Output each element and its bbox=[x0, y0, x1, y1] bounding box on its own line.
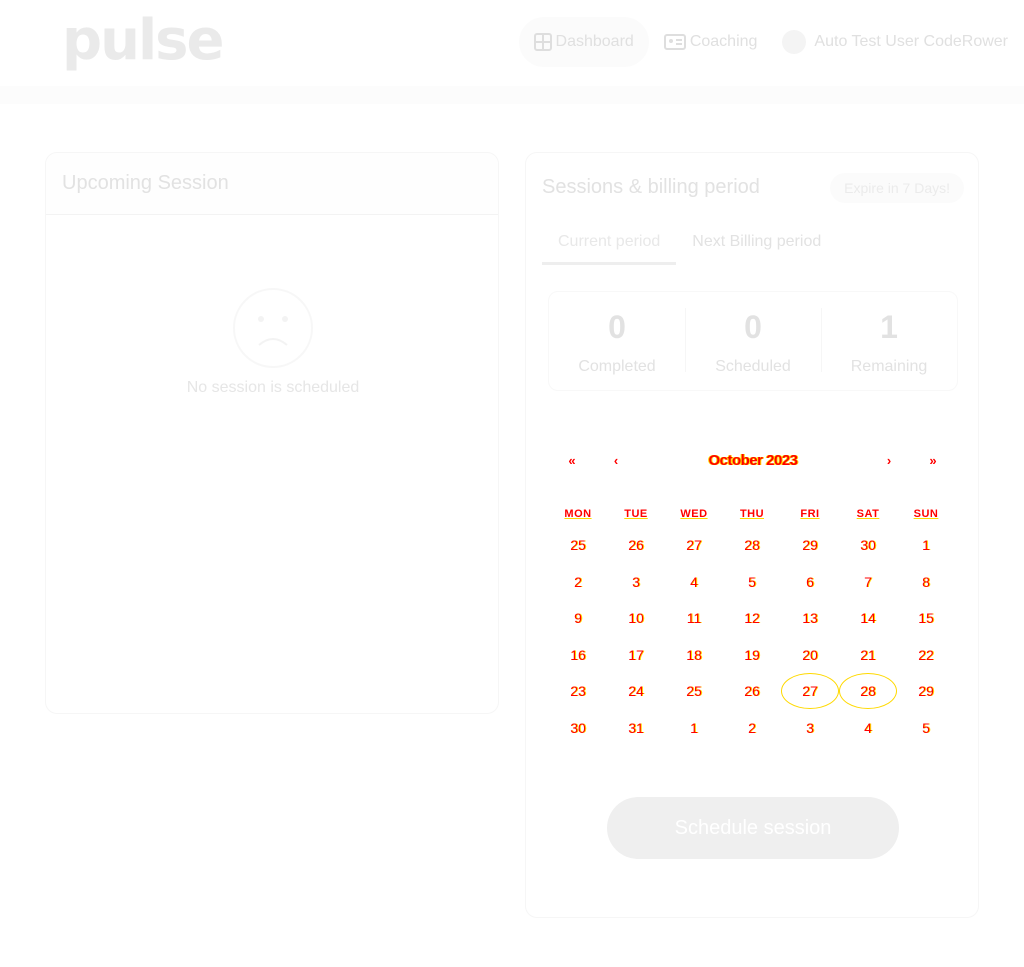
stat-label: Scheduled bbox=[715, 358, 791, 375]
prev-month-button[interactable]: ‹ bbox=[605, 450, 627, 472]
calendar-day[interactable]: 22 bbox=[897, 637, 955, 673]
calendar-week: 30 31 1 2 3 4 5 bbox=[549, 710, 955, 747]
calendar-day[interactable]: 4 bbox=[665, 564, 723, 600]
calendar-day[interactable]: 25 bbox=[549, 527, 607, 563]
calendar-day[interactable]: 26 bbox=[723, 673, 781, 709]
sad-face-icon bbox=[233, 288, 313, 368]
calendar-day[interactable]: 5 bbox=[723, 564, 781, 600]
weekday-label: WED bbox=[680, 508, 708, 520]
sessions-billing-card: Sessions & billing period Expire in 7 Da… bbox=[525, 152, 979, 918]
tab-next-billing-period[interactable]: Next Billing period bbox=[676, 223, 837, 265]
tab-current-period[interactable]: Current period bbox=[542, 223, 677, 265]
top-header: pulse Dashboard Coaching Auto Test User … bbox=[0, 0, 1024, 86]
calendar-day[interactable]: 3 bbox=[781, 710, 839, 746]
calendar-day[interactable]: 24 bbox=[607, 673, 665, 709]
header-divider bbox=[0, 86, 1024, 104]
schedule-session-button[interactable]: Schedule session bbox=[607, 797, 899, 859]
weekday-label: THU bbox=[739, 508, 765, 520]
nav-coaching[interactable]: Coaching bbox=[649, 17, 773, 67]
session-stats: 0 Completed 0 Scheduled 1 Remaining bbox=[548, 291, 958, 391]
weekday-header: MON TUE WED THU FRI SAT SUN bbox=[549, 503, 955, 527]
user-name: Auto Test User CodeRower bbox=[814, 33, 1008, 50]
calendar-day[interactable]: 9 bbox=[549, 600, 607, 636]
calendar-week: 2345678 bbox=[549, 564, 955, 601]
pulse-logo[interactable]: pulse bbox=[62, 6, 224, 76]
calendar-grid: MON TUE WED THU FRI SAT SUN 25 26 27 28 29 30 1 2 3 4 5 6… bbox=[549, 503, 955, 747]
stat-value: 0 bbox=[608, 309, 626, 345]
sessions-title: Sessions & billing period bbox=[542, 176, 760, 198]
calendar-day[interactable]: 13 bbox=[781, 600, 839, 636]
weekday-label: TUE bbox=[624, 508, 648, 520]
main-nav: Dashboard Coaching Auto Test User CodeRo… bbox=[518, 17, 1008, 67]
calendar-day[interactable]: 18 bbox=[665, 637, 723, 673]
upcoming-session-title: Upcoming Session bbox=[46, 153, 498, 215]
calendar-navigation: October 2023 « ‹ › » bbox=[526, 450, 980, 472]
calendar-day[interactable]: 23 bbox=[549, 673, 607, 709]
calendar-day[interactable]: 28 bbox=[839, 673, 897, 710]
calendar-day[interactable]: 29 bbox=[781, 527, 839, 563]
calendar-week: 25 26 27 28 29 30 1 bbox=[549, 527, 955, 564]
calendar-day[interactable]: 30 bbox=[839, 527, 897, 563]
weekday-label: SAT bbox=[856, 508, 880, 520]
calendar-day[interactable]: 1 bbox=[897, 527, 955, 563]
calendar-day[interactable]: 17 bbox=[607, 637, 665, 673]
calendar-day[interactable]: 29 bbox=[897, 673, 955, 709]
expire-badge: Expire in 7 Days! bbox=[830, 173, 964, 203]
upcoming-session-card: Upcoming Session No session is scheduled bbox=[45, 152, 499, 714]
calendar-day[interactable]: 5 bbox=[897, 710, 955, 746]
weekday-label: SUN bbox=[913, 508, 939, 520]
next-year-button[interactable]: » bbox=[922, 450, 944, 472]
calendar-day[interactable]: 19 bbox=[723, 637, 781, 673]
calendar-day[interactable]: 2 bbox=[723, 710, 781, 746]
stat-remaining: 1 Remaining bbox=[821, 292, 957, 390]
nav-dashboard[interactable]: Dashboard bbox=[518, 17, 649, 67]
billing-tabs: Current period Next Billing period bbox=[542, 223, 837, 265]
calendar-day[interactable]: 3 bbox=[607, 564, 665, 600]
nav-coaching-label: Coaching bbox=[689, 33, 758, 50]
calendar-day[interactable]: 14 bbox=[839, 600, 897, 636]
calendar-week: 16 17 18 19 20 21 22 bbox=[549, 637, 955, 674]
calendar-day[interactable]: 31 bbox=[607, 710, 665, 746]
calendar-day[interactable]: 20 bbox=[781, 637, 839, 673]
stat-value: 0 bbox=[744, 309, 762, 345]
calendar-day[interactable]: 7 bbox=[839, 564, 897, 600]
calendar-day[interactable]: 6 bbox=[781, 564, 839, 600]
calendar-day[interactable]: 10 bbox=[607, 600, 665, 636]
avatar bbox=[782, 30, 807, 54]
calendar-week: 23 24 25 26 27 28 29 bbox=[549, 673, 955, 710]
calendar-day[interactable]: 27 bbox=[781, 673, 839, 710]
calendar-day[interactable]: 25 bbox=[665, 673, 723, 709]
user-menu[interactable]: Auto Test User CodeRower bbox=[772, 30, 1008, 54]
stat-scheduled: 0 Scheduled bbox=[685, 292, 821, 390]
calendar-day[interactable]: 11 bbox=[665, 600, 723, 636]
calendar-day[interactable]: 21 bbox=[839, 637, 897, 673]
empty-state-text: No session is scheduled bbox=[186, 379, 360, 396]
calendar-day[interactable]: 1 bbox=[665, 710, 723, 746]
next-month-button[interactable]: › bbox=[878, 450, 900, 472]
calendar-day[interactable]: 28 bbox=[723, 527, 781, 563]
weekday-label: MON bbox=[564, 508, 592, 520]
calendar-month-label: October 2023 bbox=[708, 452, 798, 469]
prev-year-button[interactable]: « bbox=[561, 450, 583, 472]
calendar-day[interactable]: 16 bbox=[549, 637, 607, 673]
calendar-day[interactable]: 27 bbox=[665, 527, 723, 563]
stat-label: Completed bbox=[578, 358, 656, 375]
calendar-day[interactable]: 26 bbox=[607, 527, 665, 563]
grid-icon bbox=[533, 33, 552, 51]
calendar-week: 9 10 11 12 13 14 15 bbox=[549, 600, 955, 637]
id-card-icon bbox=[663, 34, 686, 50]
calendar-day[interactable]: 15 bbox=[897, 600, 955, 636]
calendar-day[interactable]: 4 bbox=[839, 710, 897, 746]
calendar-weeks: 25 26 27 28 29 30 1 2 3 4 5 6 7 8 9 10 11 12 13 14 15 16 17 18 1… bbox=[549, 527, 955, 747]
weekday-label: FRI bbox=[800, 508, 820, 520]
calendar-day[interactable]: 2 bbox=[549, 564, 607, 600]
calendar-day[interactable]: 12 bbox=[723, 600, 781, 636]
stat-label: Remaining bbox=[850, 358, 928, 375]
calendar-day[interactable]: 8 bbox=[897, 564, 955, 600]
stat-value: 1 bbox=[880, 309, 898, 345]
calendar-day[interactable]: 30 bbox=[549, 710, 607, 746]
nav-dashboard-label: Dashboard bbox=[555, 33, 634, 50]
stat-completed: 0 Completed bbox=[549, 292, 685, 390]
